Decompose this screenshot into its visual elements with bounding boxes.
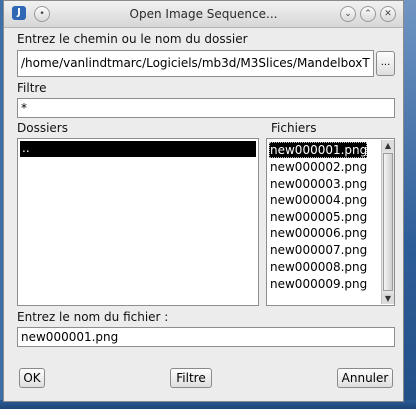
minimize-button[interactable]: ⌄ [340,6,356,22]
file-item[interactable]: new000007.png [269,242,367,258]
close-button[interactable]: ✕ [380,6,396,22]
path-input[interactable]: /home/vanlindtmarc/Logiciels/mb3d/M3Slic… [17,50,374,77]
filename-label: Entrez le nom du fichier : [17,310,169,324]
maximize-button[interactable]: ⌃ [360,6,376,22]
title-bar[interactable]: J • Open Image Sequence... ⌄ ⌃ ✕ [4,1,403,28]
filter-label: Filtre [17,81,47,95]
file-item-selected[interactable]: new000001.png [269,142,368,158]
files-list[interactable]: new000001.png new000002.png new000003.pn… [266,138,395,306]
scrollbar-thumb[interactable] [383,153,393,291]
close-icon: ✕ [384,9,392,19]
filter-button[interactable]: Filtre [170,368,212,388]
file-item[interactable]: new000002.png [269,159,367,175]
directory-item-parent[interactable]: .. [20,141,256,157]
path-label: Entrez le chemin ou le nom du dossier [17,32,248,46]
scroll-up-arrow-icon[interactable]: ▲ [382,140,394,151]
ok-button[interactable]: OK [19,368,45,388]
file-item[interactable]: new000003.png [269,176,367,192]
cancel-button[interactable]: Annuler [337,368,393,388]
scroll-down-arrow-icon[interactable]: ▼ [382,293,394,304]
file-item[interactable]: new000008.png [269,259,367,275]
open-image-sequence-dialog: J • Open Image Sequence... ⌄ ⌃ ✕ Entrez … [3,0,404,402]
directories-label: Dossiers [17,121,68,135]
browse-button[interactable]: ... [376,51,395,76]
chevron-down-icon: ⌄ [344,9,352,19]
chevron-up-icon: ⌃ [364,9,372,19]
filename-input[interactable]: new000001.png [17,327,395,347]
file-item[interactable]: new000005.png [269,209,367,225]
directories-list[interactable]: .. [17,138,259,306]
file-item[interactable]: new000004.png [269,192,367,208]
file-item[interactable]: new000006.png [269,225,367,241]
filter-input[interactable]: * [17,98,395,118]
files-label: Fichiers [271,121,317,135]
files-scrollbar[interactable]: ▲ ▼ [381,140,394,304]
file-item[interactable]: new000009.png [269,276,367,292]
desktop-background [404,0,416,409]
